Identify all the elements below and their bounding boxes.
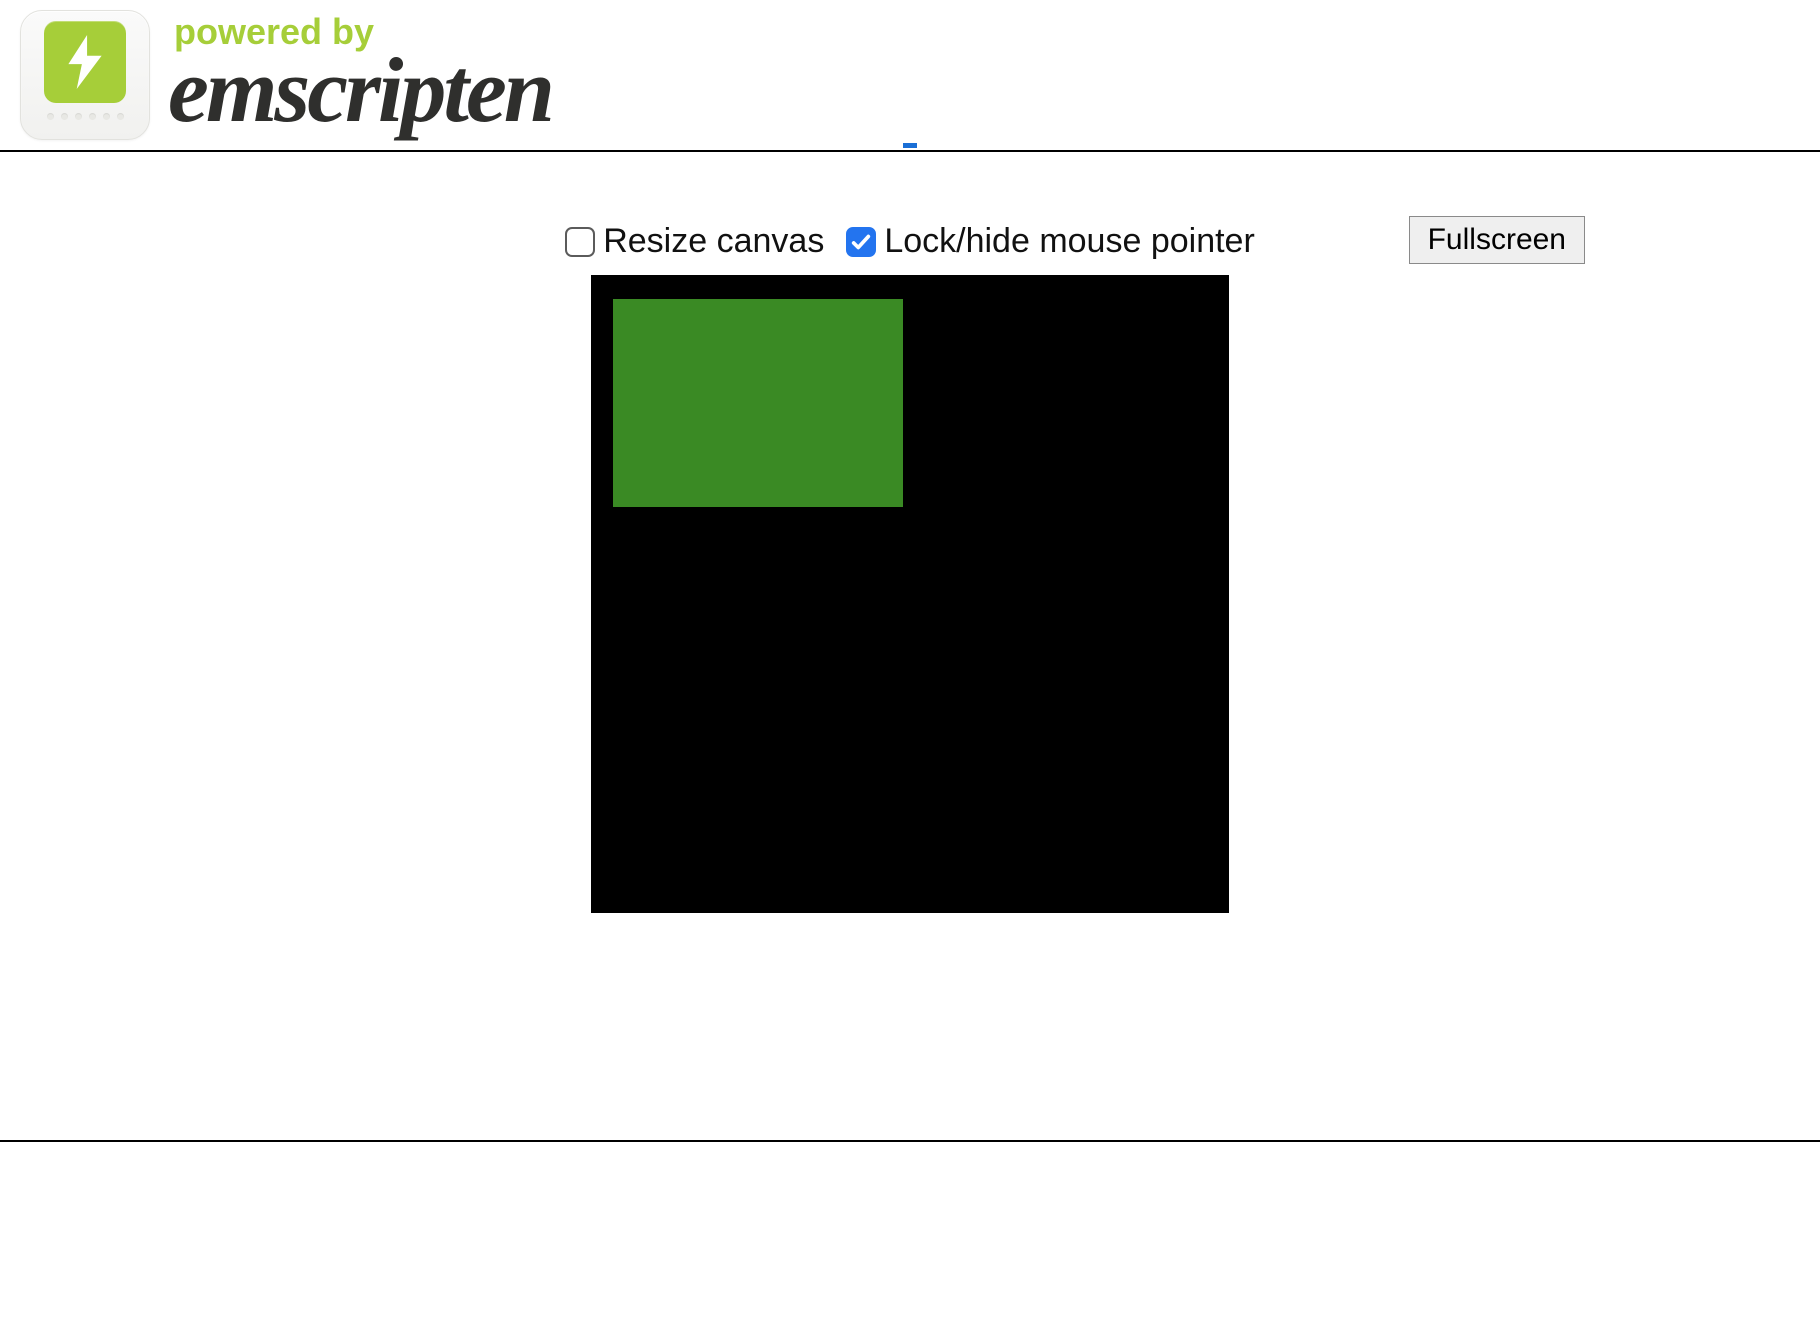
brand-name: emscripten xyxy=(168,44,552,136)
progress-indicator xyxy=(903,143,917,148)
resize-canvas-checkbox[interactable] xyxy=(565,227,595,257)
lightning-icon xyxy=(44,21,126,103)
lock-pointer-label: Lock/hide mouse pointer xyxy=(884,222,1254,261)
lock-pointer-checkbox[interactable] xyxy=(846,227,876,257)
header: powered by emscripten xyxy=(0,0,1820,150)
resize-canvas-label: Resize canvas xyxy=(603,222,824,261)
canvas-container xyxy=(0,275,1820,913)
lock-pointer-control[interactable]: Lock/hide mouse pointer xyxy=(846,222,1254,261)
resize-canvas-control[interactable]: Resize canvas xyxy=(565,222,824,261)
emscripten-logo-badge xyxy=(20,10,150,140)
controls-row: Resize canvas Lock/hide mouse pointer Fu… xyxy=(0,222,1820,261)
logo-dots xyxy=(47,113,124,120)
fullscreen-button[interactable]: Fullscreen xyxy=(1409,216,1585,264)
output-canvas[interactable] xyxy=(591,275,1229,913)
brand-text: powered by emscripten xyxy=(168,14,552,136)
divider-bottom xyxy=(0,1140,1820,1142)
canvas-content-rect xyxy=(613,299,903,507)
divider-top xyxy=(0,150,1820,152)
main-area: Resize canvas Lock/hide mouse pointer Fu… xyxy=(0,222,1820,913)
